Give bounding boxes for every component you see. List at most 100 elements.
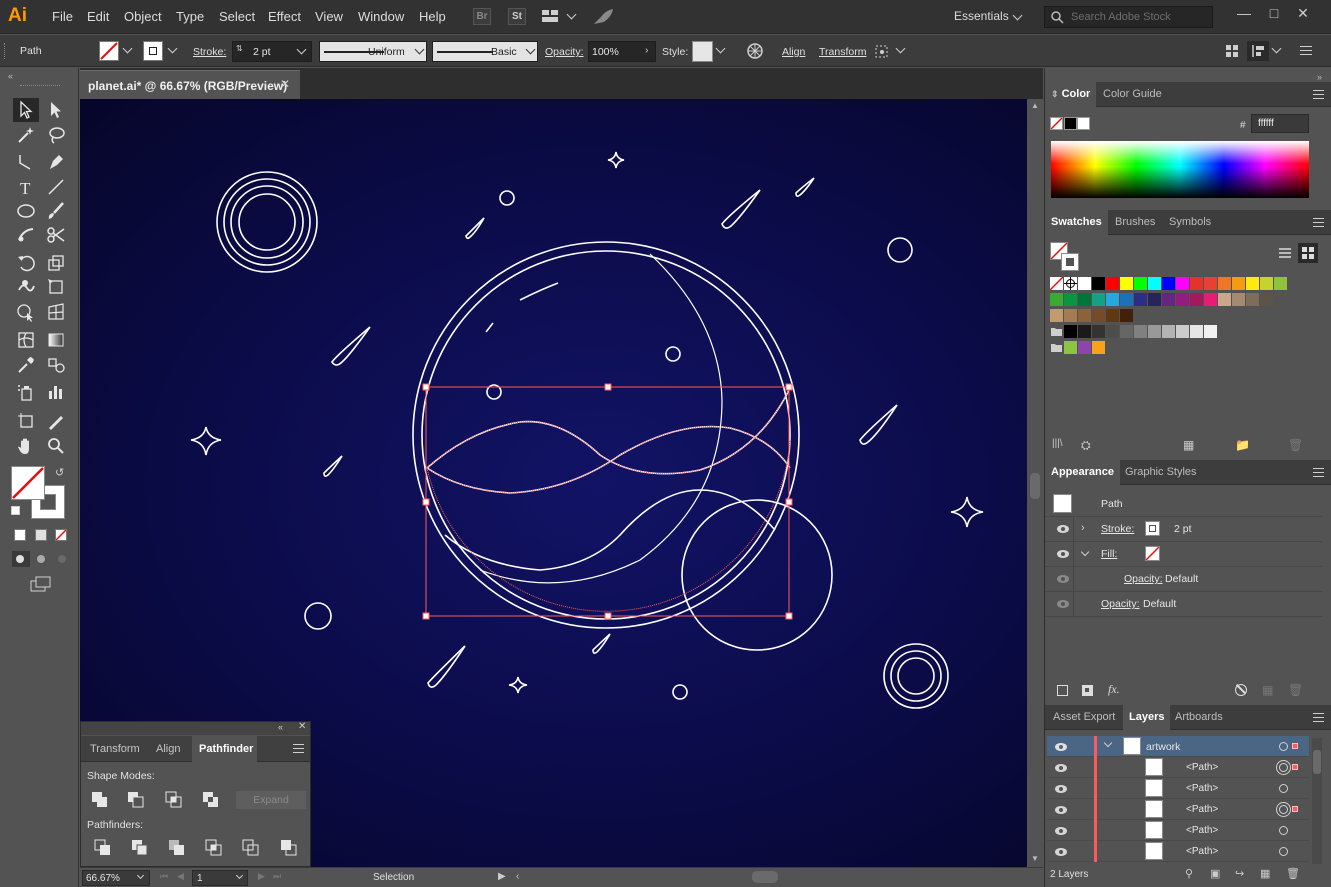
swatch-chip[interactable] [1274,277,1287,290]
eye-icon[interactable] [1054,742,1068,752]
tab-artboards[interactable]: Artboards [1169,705,1229,730]
menu-effect[interactable]: Effect [268,9,301,24]
eye-icon[interactable] [1056,549,1070,559]
hscroll-left-icon[interactable]: ‹ [516,871,519,882]
fill-color-swatch[interactable] [1145,546,1160,561]
swatch-chip[interactable] [1120,309,1133,322]
swatch-chip[interactable] [1176,277,1189,290]
swatch-chip[interactable] [1078,293,1091,306]
shaper-tool-icon[interactable] [13,223,39,247]
appearance-fill-row[interactable]: Fill: [1045,542,1322,567]
swatch-chip[interactable] [1078,341,1091,354]
stroke-swatch[interactable] [143,41,163,61]
hex-input[interactable]: ffffff [1251,114,1309,133]
locate-object-icon[interactable]: ⚲ [1185,867,1193,880]
swatch-chip[interactable] [1106,277,1119,290]
close-panel-icon[interactable]: ✕ [298,721,306,732]
new-color-group-icon[interactable]: ▦ [1183,438,1194,452]
layer-row-path[interactable]: <Path> [1047,820,1309,841]
tab-transform[interactable]: Transform [90,743,140,755]
first-artboard-icon[interactable]: ⏮ [160,871,168,882]
collapse-panel-icon[interactable]: « [278,722,283,732]
draw-behind-icon[interactable] [33,551,51,567]
pen-tool-icon[interactable] [43,150,69,174]
swatch-chip[interactable] [1148,277,1161,290]
selection-indicator[interactable] [1292,806,1298,812]
tab-swatches[interactable]: Swatches [1045,210,1108,235]
type-tool-icon[interactable]: T [13,175,39,199]
transform-link[interactable]: Transform [819,46,866,58]
search-stock-input[interactable]: Search Adobe Stock [1044,6,1213,28]
panel-menu-icon[interactable] [293,744,304,753]
add-new-fill-icon[interactable] [1082,685,1093,696]
new-folder-icon[interactable]: 📁 [1235,438,1250,452]
layer-name[interactable]: artwork [1146,741,1180,753]
outline-icon[interactable] [242,839,260,857]
make-clipping-mask-icon[interactable]: ▣ [1210,867,1220,880]
swatch-chip[interactable] [1134,325,1147,338]
gradient-mode-icon[interactable] [35,529,47,541]
stroke-label[interactable]: Stroke: [1101,523,1134,535]
opacity-value[interactable]: Default [1143,598,1176,610]
target-icon[interactable] [1279,826,1288,835]
target-icon[interactable] [1279,784,1288,793]
menu-select[interactable]: Select [219,9,255,24]
tab-color-guide[interactable]: Color Guide [1097,82,1168,107]
isolate-selected-icon[interactable] [1225,44,1239,58]
path-name[interactable]: <Path> [1186,762,1218,773]
default-fill-stroke-icon[interactable] [11,506,20,515]
swatch-chip[interactable] [1106,325,1119,338]
vertical-scroll-thumb[interactable] [1030,473,1040,499]
swatch-chip[interactable] [1148,293,1161,306]
list-view-icon[interactable] [1276,245,1294,261]
swatch-chip[interactable] [1204,277,1217,290]
horizontal-scroll-thumb[interactable] [752,871,778,883]
swatch-chip[interactable] [1162,293,1175,306]
tab-align[interactable]: Align [156,743,180,755]
fill-swatch-front[interactable] [11,466,45,500]
target-icon[interactable] [1279,805,1288,814]
swatch-chip[interactable] [1092,309,1105,322]
tab-pathfinder[interactable]: Pathfinder [199,743,253,755]
opacity-label[interactable]: Opacity: [545,46,584,58]
expand-button[interactable]: Expand [236,791,306,809]
artboard-tool-icon[interactable] [13,409,39,433]
blend-tool-icon[interactable] [43,353,69,377]
last-artboard-icon[interactable]: ⏭ [273,871,281,882]
menu-view[interactable]: View [315,9,343,24]
lasso-tool-icon[interactable] [43,123,69,147]
swatch-chip[interactable] [1078,309,1091,322]
stroke-color-swatch[interactable] [1145,521,1160,536]
unite-icon[interactable] [91,791,109,809]
swatch-chip[interactable] [1078,325,1091,338]
swatch-chip[interactable] [1190,293,1203,306]
tab-color[interactable]: ⇕ Color [1045,82,1097,107]
path-name[interactable]: <Path> [1186,825,1218,836]
swatch-chip[interactable] [1050,309,1063,322]
menu-edit[interactable]: Edit [87,9,109,24]
none-mode-icon[interactable] [55,529,67,541]
panel-menu-icon[interactable] [1313,218,1324,227]
eyedropper-tool-icon[interactable] [13,353,39,377]
swap-fill-stroke-icon[interactable]: ↺ [55,466,64,479]
tab-layers[interactable]: Layers [1123,705,1171,730]
eye-icon[interactable] [1056,524,1070,534]
exclude-icon[interactable] [202,791,220,809]
stroke-value[interactable]: 2 pt [1174,523,1192,535]
delete-layer-icon[interactable]: 🗑 [1286,867,1300,880]
duplicate-item-icon[interactable]: ▦ [1262,683,1273,697]
swatch-chip[interactable] [1092,277,1105,290]
swatch-chip[interactable] [1064,309,1077,322]
swatch-chip[interactable] [1064,293,1077,306]
slice-tool-icon[interactable] [43,409,69,433]
layer-row-path[interactable]: <Path> [1047,841,1309,862]
color-white-chip[interactable] [1077,117,1090,130]
fill-none-swatch[interactable] [99,41,119,61]
swatch-none-chip[interactable] [1049,276,1064,291]
swatch-chip[interactable] [1232,277,1245,290]
panel-menu-icon[interactable] [1313,90,1324,99]
delete-item-icon[interactable]: 🗑 [1288,683,1303,697]
tab-appearance[interactable]: Appearance [1045,460,1120,485]
eye-icon[interactable] [1056,574,1070,584]
collapse-dock-icon[interactable]: » [1317,72,1322,82]
